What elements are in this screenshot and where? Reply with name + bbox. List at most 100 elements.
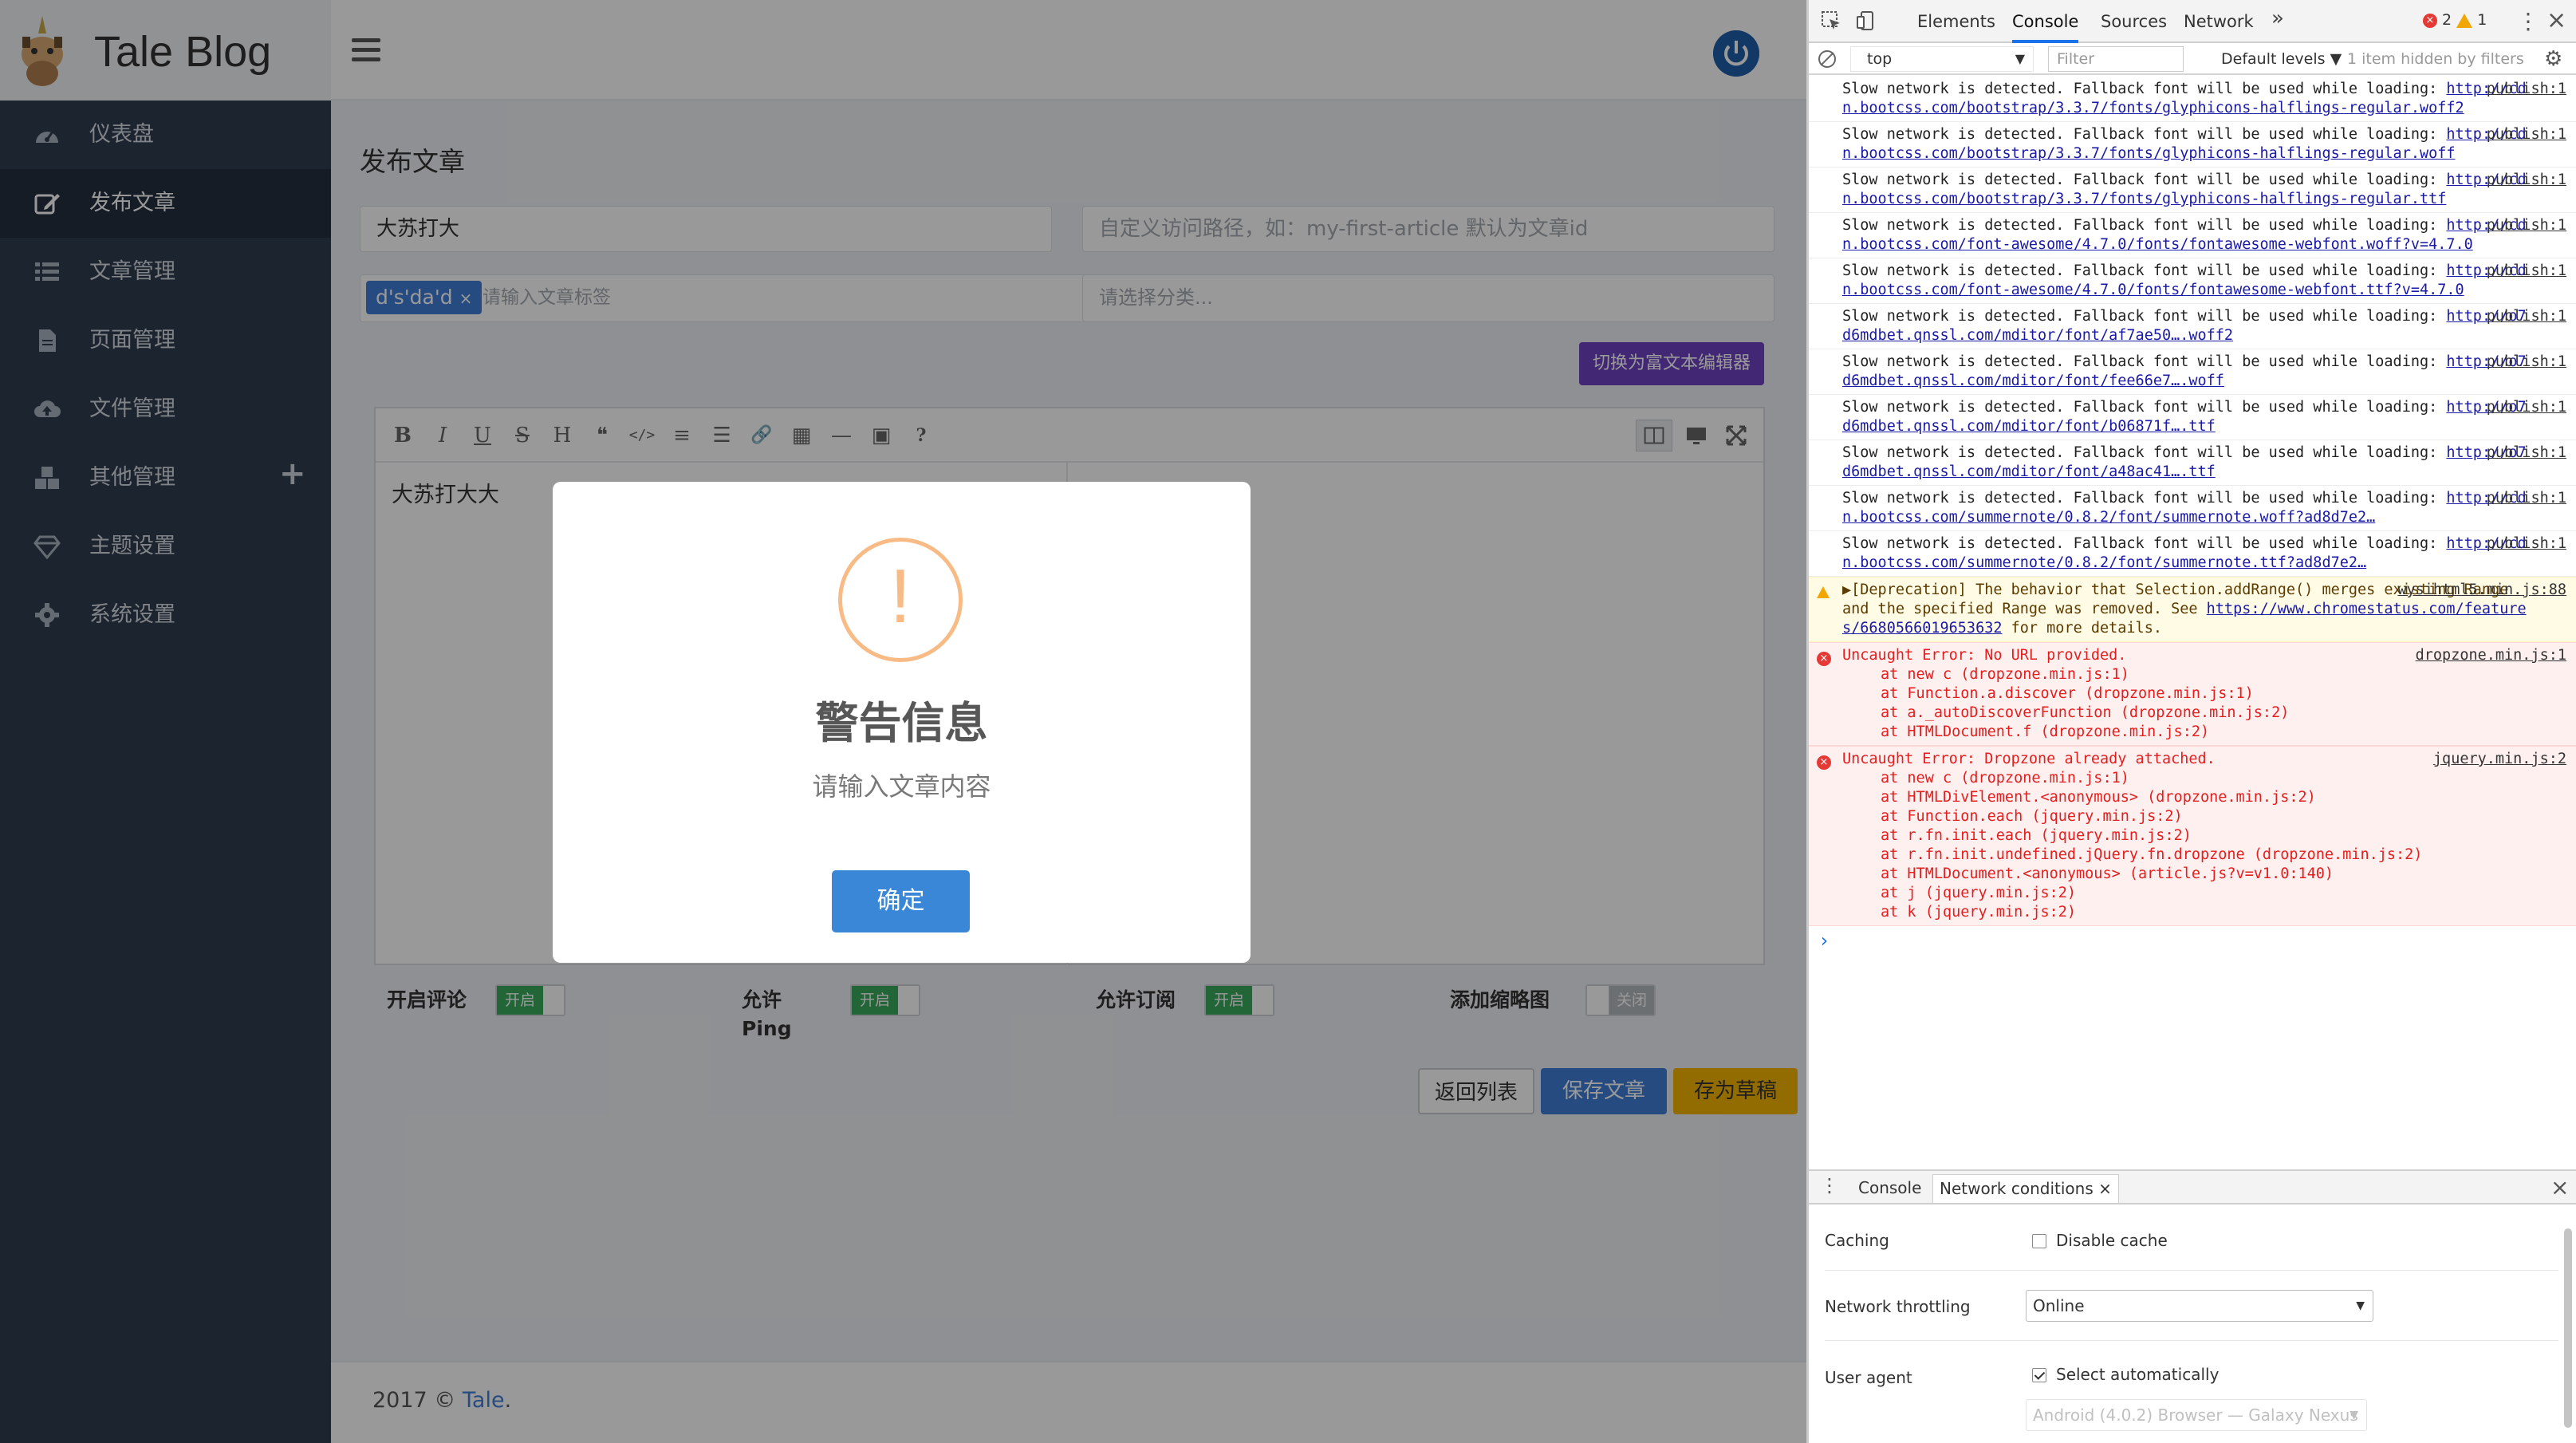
console-message: publish:1 Slow network is detected. Fallb… bbox=[1809, 486, 2576, 531]
console-message: publish:1 Slow network is detected. Fallb… bbox=[1809, 531, 2576, 577]
caching-row: Caching Disable cache bbox=[1825, 1227, 2554, 1254]
message-source-link[interactable]: jquery.min.js:2 bbox=[2433, 750, 2566, 769]
throttling-value: Online bbox=[2033, 1296, 2085, 1315]
tale-blog-app: Tale Blog 仪表盘 发布文章 文章管理 页面管理 文件管理 其他管理 +… bbox=[0, 0, 1806, 1443]
message-text: Slow network is detected. Fallback font … bbox=[1842, 399, 2447, 416]
console-message: publish:1 Slow network is detected. Fallb… bbox=[1809, 304, 2576, 349]
tab-network[interactable]: Network bbox=[2184, 0, 2254, 43]
message-source-link[interactable]: publish:1 bbox=[2487, 353, 2566, 372]
stack-frame[interactable]: at a._autoDiscoverFunction (dropzone.min… bbox=[1842, 704, 2528, 723]
stack-frame[interactable]: at k (jquery.min.js:2) bbox=[1842, 903, 2528, 922]
user-agent-row: User agent Select automatically bbox=[1825, 1361, 2554, 1388]
throttling-label: Network throttling bbox=[1825, 1297, 1971, 1316]
message-source-link[interactable]: publish:1 bbox=[2487, 444, 2566, 463]
console-filter-input[interactable]: Filter bbox=[2048, 46, 2184, 72]
warning-exclamation: ! bbox=[889, 554, 912, 639]
message-source-link[interactable]: dropzone.min.js:1 bbox=[2416, 646, 2566, 665]
warning-icon: ! bbox=[838, 538, 963, 662]
message-source-link[interactable]: publish:1 bbox=[2487, 80, 2566, 99]
stack-frame[interactable]: at new c (dropzone.min.js:1) bbox=[1842, 665, 2528, 684]
warning-icon bbox=[2456, 13, 2473, 28]
error-count: 2 bbox=[2442, 11, 2452, 29]
select-automatically-checkbox[interactable] bbox=[2032, 1368, 2046, 1382]
message-source-link[interactable]: publish:1 bbox=[2487, 534, 2566, 554]
stack-frame[interactable]: at HTMLDivElement.<anonymous> (dropzone.… bbox=[1842, 788, 2528, 807]
select-automatically-option[interactable]: Select automatically bbox=[2032, 1361, 2219, 1388]
message-source-link[interactable]: publish:1 bbox=[2487, 489, 2566, 508]
inspect-element-icon[interactable] bbox=[1820, 10, 1842, 32]
drawer-menu-icon[interactable]: ⋮ bbox=[1820, 1174, 1839, 1197]
console-message: publish:1 Slow network is detected. Fallb… bbox=[1809, 168, 2576, 213]
stack-frame[interactable]: at HTMLDocument.f (dropzone.min.js:2) bbox=[1842, 723, 2528, 742]
throttling-select-wrap: Online ▼ bbox=[2026, 1290, 2373, 1322]
error-warning-counter[interactable]: × 2 1 bbox=[2423, 11, 2487, 29]
message-text: Uncaught Error: Dropzone already attache… bbox=[1842, 751, 2216, 767]
stack-frame[interactable]: at Function.each (jquery.min.js:2) bbox=[1842, 807, 2528, 826]
close-devtools-icon[interactable]: × bbox=[2546, 6, 2566, 34]
stack-frame[interactable]: at r.fn.init.each (jquery.min.js:2) bbox=[1842, 826, 2528, 846]
console-prompt[interactable]: › bbox=[1809, 926, 2576, 950]
tab-elements[interactable]: Elements bbox=[1917, 0, 1995, 43]
throttling-select[interactable]: Online ▼ bbox=[2026, 1290, 2373, 1322]
message-text: Uncaught Error: No URL provided. bbox=[1842, 647, 2127, 664]
message-source-link[interactable]: publish:1 bbox=[2487, 171, 2566, 190]
message-text: Slow network is detected. Fallback font … bbox=[1842, 353, 2447, 370]
confirm-button[interactable]: 确定 bbox=[832, 870, 970, 932]
scrollbar-thumb[interactable] bbox=[2564, 1228, 2572, 1428]
user-agent-select: Android (4.0.2) Browser — Galaxy Nexus ▼ bbox=[2026, 1399, 2367, 1431]
user-agent-value: Android (4.0.2) Browser — Galaxy Nexus bbox=[2033, 1406, 2358, 1425]
stack-frame[interactable]: at new c (dropzone.min.js:1) bbox=[1842, 769, 2528, 788]
device-toolbar-icon[interactable] bbox=[1855, 10, 1877, 32]
disable-cache-option[interactable]: Disable cache bbox=[2032, 1227, 2168, 1254]
dropdown-arrow-icon: ▼ bbox=[2356, 1299, 2365, 1312]
message-source-link[interactable]: publish:1 bbox=[2487, 398, 2566, 417]
more-tabs-icon[interactable]: » bbox=[2271, 6, 2284, 30]
devtools-panel: Elements Console Sources Network » × 2 1… bbox=[1806, 0, 2576, 1443]
console-message: publish:1 Slow network is detected. Fallb… bbox=[1809, 440, 2576, 486]
message-text: Slow network is detected. Fallback font … bbox=[1842, 490, 2447, 507]
console-message: × jquery.min.js:2 Uncaught Error: Dropzone… bbox=[1809, 746, 2576, 926]
console-output[interactable]: publish:1 Slow network is detected. Fallb… bbox=[1809, 77, 2576, 1169]
throttling-row: Network throttling Online ▼ bbox=[1825, 1290, 2554, 1323]
message-text: Slow network is detected. Fallback font … bbox=[1842, 172, 2447, 188]
devtools-tabbar: Elements Console Sources Network » × 2 1… bbox=[1809, 0, 2576, 43]
message-source-link[interactable]: publish:1 bbox=[2487, 262, 2566, 281]
console-settings-gear-icon[interactable]: ⚙ bbox=[2544, 46, 2562, 72]
tab-sources[interactable]: Sources bbox=[2101, 0, 2167, 43]
disable-cache-checkbox[interactable] bbox=[2032, 1234, 2046, 1248]
message-source-link[interactable]: publish:1 bbox=[2487, 216, 2566, 235]
message-source-link[interactable]: publish:1 bbox=[2487, 125, 2566, 144]
log-levels-dropdown[interactable]: Default levels ▼ bbox=[2221, 46, 2342, 72]
stack-frame[interactable]: at r.fn.init.undefined.jQuery.fn.dropzon… bbox=[1842, 846, 2528, 865]
devtools-drawer: ⋮ Console Network conditions × × Caching… bbox=[1809, 1169, 2576, 1443]
message-text: Slow network is detected. Fallback font … bbox=[1842, 217, 2447, 234]
console-message: publish:1 Slow network is detected. Fallb… bbox=[1809, 258, 2576, 304]
error-icon: × bbox=[1817, 751, 1831, 771]
devtools-menu-icon[interactable]: ⋮ bbox=[2517, 8, 2539, 34]
close-tab-icon[interactable]: × bbox=[2098, 1179, 2112, 1198]
console-message: publish:1 Slow network is detected. Fallb… bbox=[1809, 395, 2576, 440]
warning-icon bbox=[1817, 582, 1830, 601]
drawer-scrollbar[interactable] bbox=[2562, 1209, 2574, 1441]
stack-frame[interactable]: at j (jquery.min.js:2) bbox=[1842, 884, 2528, 903]
error-icon: × bbox=[1817, 648, 1831, 667]
stack-frame[interactable]: at Function.a.discover (dropzone.min.js:… bbox=[1842, 684, 2528, 704]
message-text: Slow network is detected. Fallback font … bbox=[1842, 444, 2447, 461]
drawer-tab-console[interactable]: Console bbox=[1858, 1171, 1921, 1204]
clear-console-icon[interactable] bbox=[1818, 50, 1836, 68]
context-selector[interactable]: top ▼ bbox=[1850, 46, 2034, 72]
error-icon: × bbox=[2423, 13, 2437, 28]
divider bbox=[1825, 1340, 2558, 1341]
stack-frame[interactable]: at HTMLDocument.<anonymous> (article.js?… bbox=[1842, 865, 2528, 884]
close-drawer-icon[interactable]: × bbox=[2550, 1173, 2569, 1203]
message-text: Slow network is detected. Fallback font … bbox=[1842, 308, 2447, 325]
drawer-tab-network-conditions[interactable]: Network conditions × bbox=[1932, 1174, 2119, 1203]
message-source-link[interactable]: publish:1 bbox=[2487, 307, 2566, 326]
tab-console[interactable]: Console bbox=[2012, 0, 2079, 43]
console-message: publish:1 Slow network is detected. Fallb… bbox=[1809, 213, 2576, 258]
ua-select-wrap: Android (4.0.2) Browser — Galaxy Nexus ▼ bbox=[2026, 1399, 2367, 1431]
message-text: Slow network is detected. Fallback font … bbox=[1842, 126, 2447, 143]
warning-count: 1 bbox=[2477, 11, 2487, 29]
caching-label: Caching bbox=[1825, 1231, 1889, 1250]
message-source-link[interactable]: wysihtml5.min.js:88 bbox=[2397, 581, 2566, 600]
